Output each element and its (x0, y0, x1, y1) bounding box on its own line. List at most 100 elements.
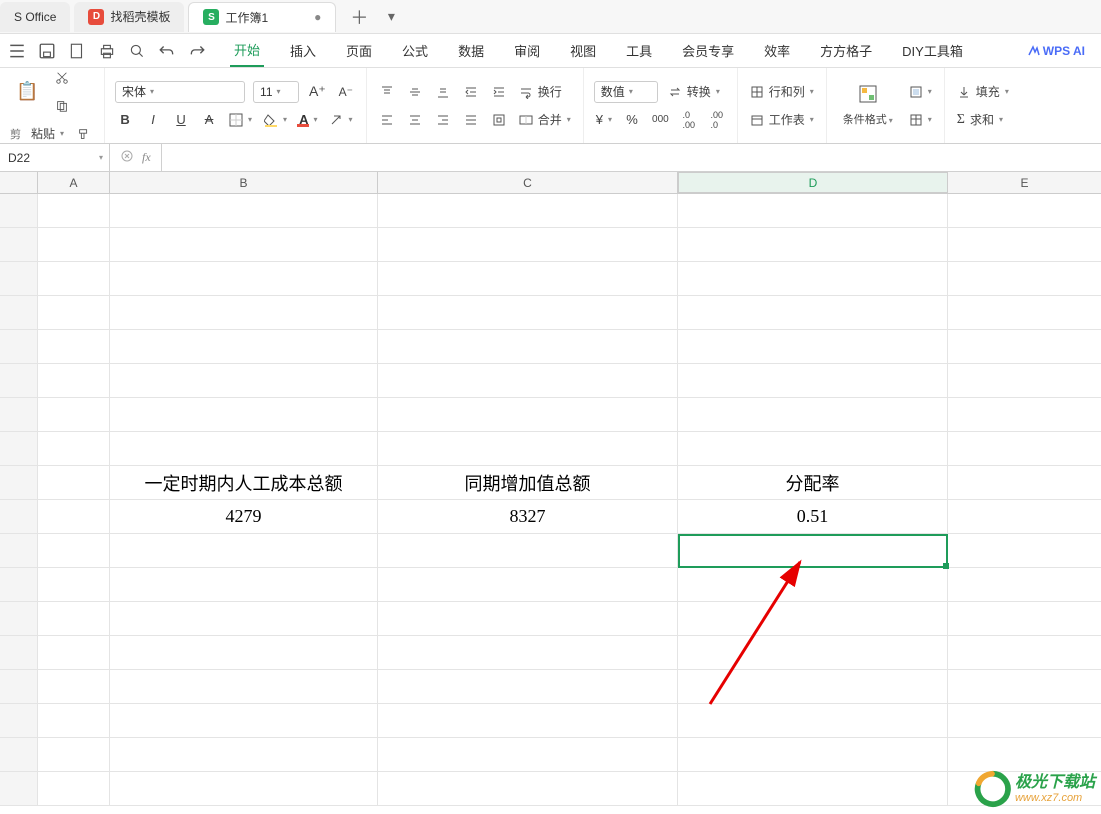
menu-diy[interactable]: DIY工具箱 (898, 35, 967, 66)
menu-data[interactable]: 数据 (454, 35, 488, 66)
font-size-select[interactable]: 11▾ (253, 81, 299, 103)
ribbon-font: 宋体▾ 11▾ A⁺ A⁻ B I U A A (105, 68, 367, 143)
wrap-label: 换行 (538, 83, 562, 100)
tab-template[interactable]: D 找稻壳模板 (74, 2, 184, 32)
align-top-button[interactable] (377, 81, 397, 103)
tab-menu-button[interactable]: ▾ (378, 4, 404, 30)
font-name-select[interactable]: 宋体▾ (115, 81, 245, 103)
decrease-font-button[interactable]: A⁻ (336, 81, 356, 103)
menu-page[interactable]: 页面 (342, 35, 376, 66)
col-header-A[interactable]: A (38, 172, 110, 193)
wrap-button[interactable]: 换行 (517, 81, 564, 103)
percent-button[interactable]: % (622, 109, 642, 131)
align-middle-button[interactable] (405, 81, 425, 103)
worksheet-button[interactable]: 工作表 (748, 109, 816, 131)
orientation-button[interactable] (489, 109, 509, 131)
menu-ffgz[interactable]: 方方格子 (816, 35, 876, 66)
menu-tools[interactable]: 工具 (622, 35, 656, 66)
select-all-corner[interactable] (0, 172, 38, 193)
italic-button[interactable]: I (143, 109, 163, 131)
formula-buttons: fx (110, 144, 162, 171)
ribbon-editing: 填充 Σ求和 (945, 68, 1021, 143)
dirty-indicator: ● (314, 10, 321, 24)
merge-button[interactable]: 合并 (517, 109, 573, 131)
fill-button[interactable]: 填充 (955, 81, 1011, 103)
watermark-logo-icon (973, 770, 1011, 808)
cells-area[interactable]: 一定时期内人工成本总额 同期增加值总额 分配率 4279 8327 0.51 (0, 194, 1101, 814)
currency-button[interactable]: ¥ (594, 109, 614, 131)
cond-format-button[interactable]: 条件格式 (837, 80, 899, 131)
cell-C-header[interactable]: 同期增加值总额 (378, 466, 678, 500)
cell-B-value[interactable]: 4279 (110, 500, 378, 534)
col-header-B[interactable]: B (110, 172, 378, 193)
increase-decimal-button[interactable]: .00.0 (707, 109, 727, 131)
decrease-decimal-button[interactable]: .0.00 (679, 109, 699, 131)
indent-decrease-button[interactable] (461, 81, 481, 103)
menu-view[interactable]: 视图 (566, 35, 600, 66)
format-painter-button[interactable] (74, 123, 94, 145)
sum-button[interactable]: Σ求和 (955, 109, 1005, 131)
copy-button[interactable] (52, 95, 72, 117)
menu-review[interactable]: 审阅 (510, 35, 544, 66)
align-justify-button[interactable] (461, 109, 481, 131)
new-icon[interactable] (68, 42, 86, 60)
col-header-E[interactable]: E (948, 172, 1101, 193)
align-center-button[interactable] (405, 109, 425, 131)
convert-label: 转换 (687, 83, 711, 100)
redo-icon[interactable] (188, 42, 206, 60)
preview-icon[interactable] (128, 42, 146, 60)
cut-label: 剪 (10, 126, 21, 142)
cut-button[interactable] (52, 67, 72, 89)
font-color-button[interactable]: A (297, 109, 319, 131)
cell-D-value[interactable]: 0.51 (678, 500, 948, 534)
paste-button[interactable]: 📋 (10, 77, 44, 106)
cancel-fx-icon[interactable] (120, 149, 134, 166)
watermark: 极光下载站 www.xz7.com (973, 770, 1095, 808)
template-icon: D (88, 9, 104, 25)
wps-ai-button[interactable]: WPS AI (1028, 44, 1085, 58)
rowcol-button[interactable]: 行和列 (748, 81, 816, 103)
border-button[interactable] (227, 109, 254, 131)
ribbon-styles: 条件格式 (827, 68, 945, 143)
number-format-select[interactable]: 数值▾ (594, 81, 658, 103)
clear-format-button[interactable] (327, 109, 354, 131)
menu-formula[interactable]: 公式 (398, 35, 432, 66)
ribbon-cells: 行和列 工作表 (738, 68, 827, 143)
cell-B-header[interactable]: 一定时期内人工成本总额 (110, 466, 378, 500)
undo-icon[interactable] (158, 42, 176, 60)
align-left-button[interactable] (377, 109, 397, 131)
menu-start[interactable]: 开始 (230, 34, 264, 67)
bold-button[interactable]: B (115, 109, 135, 131)
fx-button[interactable]: fx (142, 150, 151, 165)
comma-button[interactable]: 000 (650, 109, 671, 131)
save-icon[interactable] (38, 42, 56, 60)
align-bottom-button[interactable] (433, 81, 453, 103)
cond-format-label: 条件格式 (843, 111, 893, 127)
print-icon[interactable] (98, 42, 116, 60)
menu-insert[interactable]: 插入 (286, 35, 320, 66)
indent-increase-button[interactable] (489, 81, 509, 103)
increase-font-button[interactable]: A⁺ (307, 81, 328, 103)
col-header-C[interactable]: C (378, 172, 678, 193)
add-tab-button[interactable]: ＋ (346, 4, 372, 30)
tab-workbook[interactable]: S 工作簿1 ● (188, 2, 336, 32)
paste-dropdown[interactable]: 粘贴 (29, 123, 66, 145)
col-header-D[interactable]: D (678, 172, 948, 193)
cell-style-button[interactable] (907, 81, 934, 103)
menu-efficiency[interactable]: 效率 (760, 35, 794, 66)
align-right-button[interactable] (433, 109, 453, 131)
name-box[interactable]: D22 ▾ (0, 144, 110, 171)
cell-D-header[interactable]: 分配率 (678, 466, 948, 500)
underline-button[interactable]: U (171, 109, 191, 131)
convert-button[interactable]: 转换 (666, 81, 722, 103)
cell-C-value[interactable]: 8327 (378, 500, 678, 534)
menu-member[interactable]: 会员专享 (678, 35, 738, 66)
tab-office[interactable]: S Office (0, 2, 70, 32)
menu-icon[interactable] (8, 42, 26, 60)
strikethrough-button[interactable]: A (199, 109, 219, 131)
fill-color-button[interactable] (262, 109, 289, 131)
formula-bar: D22 ▾ fx (0, 144, 1101, 172)
worksheet-label: 工作表 (769, 111, 805, 128)
table-style-button[interactable] (907, 109, 934, 131)
formula-input[interactable] (162, 144, 1101, 171)
